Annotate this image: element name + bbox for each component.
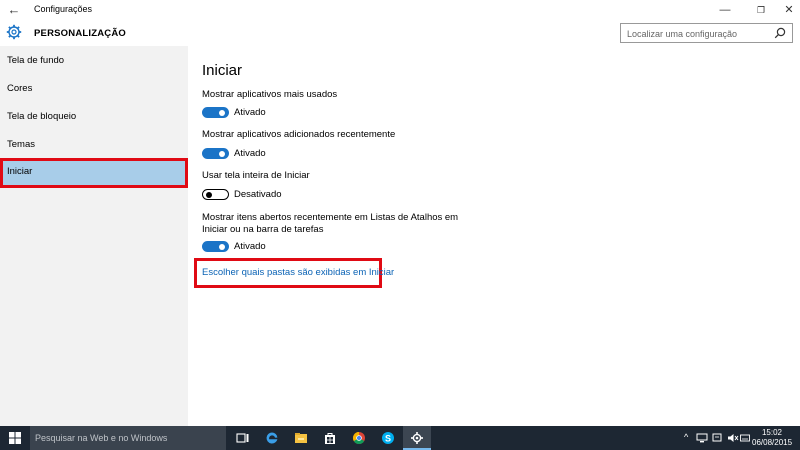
toggle-knob	[219, 243, 225, 250]
file-explorer-icon	[295, 433, 307, 443]
toggle-state-recently-added: Ativado	[234, 148, 266, 159]
clock-time: 15:02	[761, 428, 783, 437]
window-title: Configurações	[34, 4, 93, 14]
sidebar-item-tela-de-fundo[interactable]: Tela de fundo	[0, 47, 188, 75]
task-view-icon	[236, 433, 249, 443]
settings-search-box[interactable]	[620, 23, 793, 43]
store-button[interactable]	[316, 426, 344, 450]
minimize-button[interactable]: —	[708, 0, 742, 20]
system-clock[interactable]: 15:02 06/08/2015	[752, 428, 792, 448]
skype-button[interactable]: S	[374, 426, 402, 450]
link-highlight-box: Escolher quais pastas são exibidas em In…	[194, 258, 394, 288]
sidebar-item-iniciar[interactable]: Iniciar	[0, 158, 188, 188]
gear-icon	[6, 24, 22, 40]
task-view-button[interactable]	[229, 426, 257, 450]
start-button[interactable]	[0, 426, 30, 450]
toggle-jump-lists[interactable]	[202, 241, 229, 252]
page-title: Iniciar	[202, 62, 243, 79]
edge-icon	[266, 432, 278, 444]
taskbar-search-box[interactable]	[30, 426, 226, 450]
setting-label-full-screen: Usar tela inteira de Iniciar	[202, 170, 310, 181]
sidebar-item-tela-de-bloqueio[interactable]: Tela de bloqueio	[0, 103, 188, 131]
setting-label-jump-lists-line1: Mostrar itens abertos recentemente em Li…	[202, 212, 459, 223]
windows-logo-icon	[9, 432, 21, 444]
toggle-full-screen[interactable]	[202, 189, 229, 200]
back-arrow-icon[interactable]: ←	[6, 2, 22, 18]
settings-search-input[interactable]	[627, 27, 767, 40]
sidebar-item-temas[interactable]: Temas	[0, 131, 188, 159]
settings-app-button[interactable]	[403, 426, 431, 450]
volume-icon[interactable]	[727, 433, 739, 443]
chrome-icon	[352, 432, 365, 445]
setting-label-recently-added: Mostrar aplicativos adicionados recentem…	[202, 129, 396, 140]
sidebar-item-cores[interactable]: Cores	[0, 75, 188, 103]
edge-button[interactable]	[258, 426, 286, 450]
keyboard-icon[interactable]	[740, 433, 750, 443]
toggle-most-used[interactable]	[202, 107, 229, 118]
clock-date: 06/08/2015	[752, 438, 793, 447]
settings-icon	[411, 432, 423, 444]
search-icon[interactable]	[774, 27, 786, 39]
toggle-state-full-screen: Desativado	[234, 189, 282, 200]
toggle-state-most-used: Ativado	[234, 107, 266, 118]
title-bar: ← Configurações — ❐ ✕	[0, 0, 800, 20]
sidebar: Tela de fundo Cores Tela de bloqueio Tem…	[0, 46, 188, 426]
file-explorer-button[interactable]	[287, 426, 315, 450]
close-button[interactable]: ✕	[772, 0, 800, 20]
setting-label-jump-lists-line2: Iniciar ou na barra de tarefas	[202, 224, 324, 235]
notifications-icon[interactable]	[712, 433, 722, 443]
toggle-knob	[219, 150, 225, 157]
toggle-recently-added[interactable]	[202, 148, 229, 159]
toggle-knob	[219, 109, 225, 116]
choose-folders-link[interactable]: Escolher quais pastas são exibidas em In…	[202, 267, 394, 278]
store-icon	[325, 433, 335, 444]
setting-label-most-used: Mostrar aplicativos mais usados	[202, 89, 338, 100]
svg-text:S: S	[385, 433, 391, 443]
network-icon[interactable]	[696, 433, 708, 443]
section-title: PERSONALIZAÇÃO	[34, 28, 126, 39]
chrome-button[interactable]	[345, 426, 373, 450]
skype-icon: S	[382, 432, 394, 444]
toggle-knob	[205, 191, 212, 198]
taskbar: S ^ 15:02 06/08/2015	[0, 426, 800, 450]
setting-label-jump-lists: Mostrar itens abertos recentemente em Li…	[202, 212, 472, 236]
taskbar-search-input[interactable]	[35, 431, 220, 445]
tray-chevron-icon[interactable]: ^	[684, 432, 688, 442]
main-content: Iniciar Mostrar aplicativos mais usados …	[188, 46, 800, 426]
toggle-state-jump-lists: Ativado	[234, 241, 266, 252]
